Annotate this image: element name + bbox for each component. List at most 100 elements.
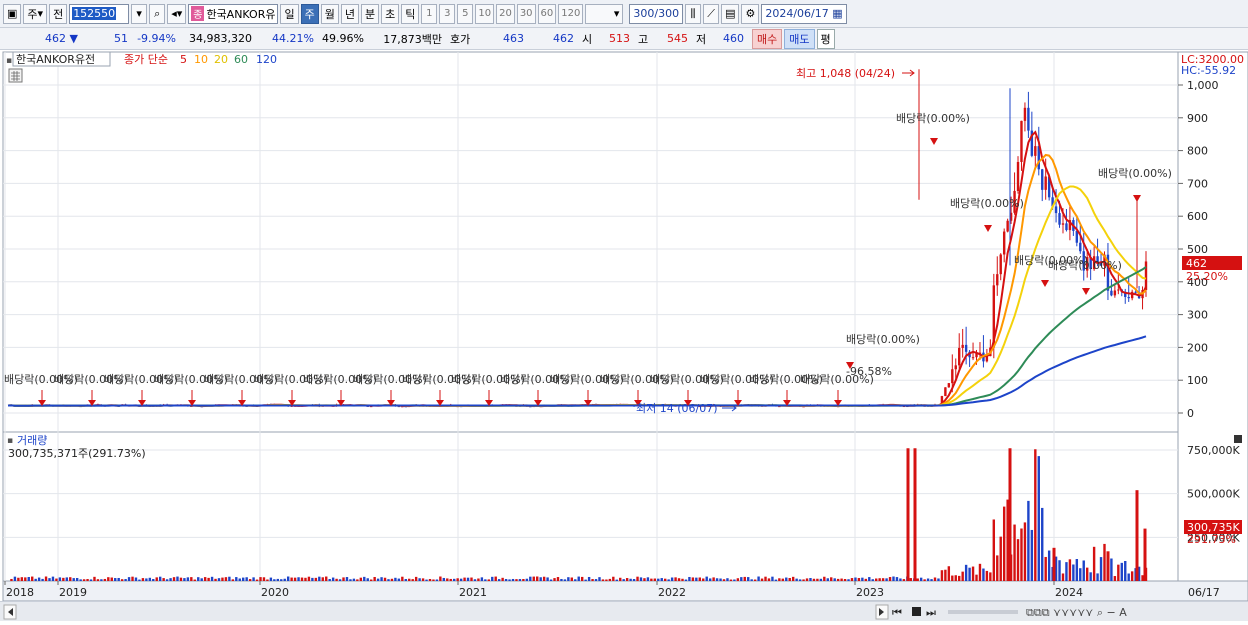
nav-last-icon[interactable]: ⏭ — [926, 606, 936, 619]
period-month[interactable]: 월 — [320, 3, 339, 24]
volume-current-pct: 291.73% — [1187, 533, 1236, 546]
volume-bar — [553, 578, 556, 581]
volume-bar — [767, 578, 771, 581]
interval-1[interactable]: 1 — [421, 3, 438, 24]
volume-bar — [124, 579, 127, 581]
table-icon[interactable] — [8, 68, 23, 83]
volume-bar — [127, 577, 131, 581]
tool-icons[interactable]: ⧉⧉⧉ ⋎⋎⋎⋎⋎ ⌕ − A — [1026, 606, 1127, 619]
stock-code-input[interactable]: 152550 — [69, 3, 130, 24]
volume-bar — [183, 578, 186, 581]
neg-pct-annotation: -96.58% — [846, 365, 892, 378]
volume-bar — [542, 576, 546, 581]
volume-bar — [591, 579, 594, 581]
dividend-label: 배당락(0.00%) — [1098, 167, 1172, 180]
volume-bar — [664, 578, 667, 581]
volume-bar — [511, 578, 515, 581]
interval-dropdown[interactable]: ▾ — [585, 3, 624, 24]
nav-first-icon[interactable]: ⏮ — [892, 606, 902, 619]
interval-5[interactable]: 5 — [457, 3, 474, 24]
interval-10[interactable]: 10 — [475, 3, 495, 24]
interval-3[interactable]: 3 — [439, 3, 456, 24]
ask-price: 463 — [503, 32, 524, 45]
interval-60[interactable]: 60 — [537, 3, 557, 24]
candle-body — [1020, 120, 1023, 162]
volume-bar — [162, 578, 165, 581]
interval-120[interactable]: 120 — [558, 3, 584, 24]
volume-bar — [657, 578, 660, 581]
volume-bar — [532, 576, 535, 581]
interval-20[interactable]: 20 — [496, 3, 515, 24]
volume-bar — [242, 577, 245, 581]
volume-bar — [72, 578, 75, 581]
nav-stop-icon[interactable] — [912, 607, 921, 616]
volume-bar — [1092, 546, 1096, 581]
py-button[interactable]: 평 — [816, 28, 835, 49]
period-year[interactable]: 년 — [340, 3, 359, 24]
search-icon[interactable]: ⌕ — [149, 3, 166, 24]
volume-bar — [674, 577, 677, 581]
stock-name-field[interactable]: 종 한국ANKOR유 — [188, 3, 279, 24]
count-input[interactable]: 300/300 — [629, 3, 684, 24]
period-week[interactable]: 주 — [300, 3, 319, 24]
period-day[interactable]: 일 — [280, 3, 299, 24]
volume-bar — [477, 578, 480, 581]
x-axis-label: 2024 — [1055, 586, 1083, 599]
volume-bar — [902, 579, 906, 581]
save-icon[interactable]: ▤ — [721, 3, 740, 24]
volume-bar — [892, 576, 895, 581]
volume-bar — [798, 579, 802, 581]
volume-bar — [1013, 524, 1016, 581]
volume-bar — [193, 579, 196, 581]
volume-bar — [823, 576, 826, 581]
period-minute[interactable]: 분 — [360, 3, 380, 24]
volume-bar — [785, 577, 788, 581]
code-dropdown-icon[interactable]: ▾ — [131, 3, 148, 24]
interval-30[interactable]: 30 — [516, 3, 536, 24]
volume-pct2: 49.96% — [322, 32, 364, 45]
volume-bar — [480, 577, 484, 581]
volume-bar — [473, 579, 477, 581]
volume-bar — [269, 577, 273, 581]
period-tick[interactable]: 틱 — [401, 3, 420, 24]
candle-icon[interactable]: ⫼ — [685, 3, 702, 24]
volume-bar — [1124, 561, 1127, 581]
scrollbar[interactable]: ⏮ ⏭ ⧉⧉⧉ ⋎⋎⋎⋎⋎ ⌕ − A — [0, 601, 1248, 621]
volume-bar — [830, 577, 833, 581]
volume-bar — [677, 578, 681, 581]
volume-bar — [155, 577, 158, 581]
date-input[interactable]: 2024/06/17 ▦ — [761, 3, 847, 24]
prev-button[interactable]: 전 — [49, 3, 68, 24]
volume-bar — [432, 579, 435, 581]
volume-bar — [366, 578, 369, 581]
period-second[interactable]: 초 — [381, 3, 400, 24]
volume-bar — [421, 578, 425, 581]
volume-bar — [394, 577, 397, 581]
volume-panel-close-icon[interactable] — [1234, 435, 1242, 443]
open-label: 시 — [582, 32, 593, 46]
volume-bar — [708, 578, 712, 581]
volume-bar — [670, 577, 674, 581]
volume-bar — [740, 577, 743, 581]
volume-bar — [93, 576, 96, 581]
type-select[interactable]: 주 ▾ — [23, 3, 48, 24]
chart-area[interactable]: ▪ 한국ANKOR유전 종가 단순 5 10 20 60 120 LC:3200… — [0, 50, 1248, 602]
stock-chart[interactable]: ▪ 한국ANKOR유전 종가 단순 5 10 20 60 120 LC:3200… — [0, 50, 1248, 602]
volume-bar — [349, 579, 352, 581]
buy-button[interactable]: 매수 — [752, 28, 783, 49]
draw-icon[interactable]: ⟋ — [703, 3, 720, 24]
volume-bar — [1027, 500, 1030, 581]
window-icon[interactable]: ▣ — [3, 3, 22, 24]
volume-bar — [397, 578, 401, 581]
volume-bar — [781, 578, 785, 581]
volume-bar — [1065, 562, 1068, 581]
x-axis-label: 2019 — [59, 586, 87, 599]
sell-button[interactable]: 매도 — [784, 28, 815, 49]
volume-bar — [363, 576, 366, 581]
speaker-icon[interactable]: ◂▾ — [167, 3, 187, 24]
zoom-slider[interactable] — [948, 610, 1018, 614]
gear-icon[interactable]: ⚙ — [741, 3, 760, 24]
volume-bar — [809, 577, 812, 581]
volume-bar — [615, 579, 618, 581]
volume-bar — [1135, 490, 1139, 581]
